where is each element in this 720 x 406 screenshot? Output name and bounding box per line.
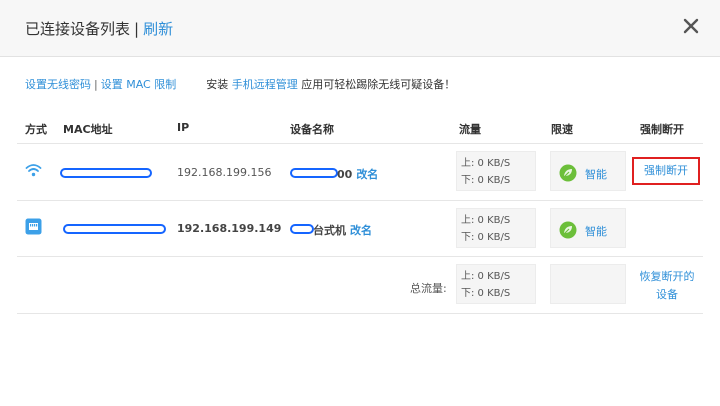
- traffic-box: 上: 0 KB/S 下: 0 KB/S: [456, 208, 536, 248]
- mac-redaction: [60, 168, 152, 178]
- set-wifi-password-link[interactable]: 设置无线密码: [25, 78, 91, 91]
- speed-limit-box[interactable]: 智能: [550, 208, 626, 248]
- dialog-header: 已连接设备列表 | 刷新: [0, 0, 720, 57]
- header-force-disconnect: 强制断开: [640, 123, 684, 136]
- remote-app-link[interactable]: 手机远程管理: [232, 78, 298, 91]
- set-mac-limit-link[interactable]: 设置 MAC 限制: [101, 78, 177, 91]
- header-mac: MAC地址: [63, 123, 113, 136]
- total-traffic-label: 总流量:: [410, 282, 447, 295]
- device-name: 台式机 改名: [313, 222, 372, 238]
- row-divider: [17, 256, 703, 257]
- device-ip: 192.168.199.156: [177, 166, 272, 179]
- speed-limit-label[interactable]: 智能: [585, 166, 607, 182]
- dialog-title: 已连接设备列表 | 刷新: [25, 18, 173, 39]
- close-icon[interactable]: [680, 15, 702, 37]
- name-redaction: [290, 224, 314, 234]
- rename-link[interactable]: 改名: [350, 224, 372, 237]
- total-limit-box: [550, 264, 626, 304]
- install-suffix: 应用可轻松踢除无线可疑设备！: [301, 78, 456, 91]
- wifi-icon: [25, 164, 42, 177]
- install-prefix: 安装: [206, 78, 229, 91]
- speed-limit-box[interactable]: 智能: [550, 151, 626, 191]
- upload-speed: 上: 0 KB/S: [461, 158, 511, 169]
- header-method: 方式: [25, 123, 47, 136]
- force-disconnect-button[interactable]: 强制断开: [632, 157, 700, 185]
- restore-disconnected-link[interactable]: 恢复断开的设备: [636, 268, 698, 304]
- device-name-suffix: 00: [337, 168, 353, 181]
- device-ip: 192.168.199.149: [177, 222, 282, 235]
- total-traffic-box: 上: 0 KB/S 下: 0 KB/S: [456, 264, 536, 304]
- traffic-box: 上: 0 KB/S 下: 0 KB/S: [456, 151, 536, 191]
- total-upload-speed: 上: 0 KB/S: [461, 271, 511, 282]
- device-name: 00 改名: [337, 166, 378, 182]
- rename-link[interactable]: 改名: [356, 168, 378, 181]
- upload-speed: 上: 0 KB/S: [461, 215, 511, 226]
- header-divider: [17, 143, 703, 144]
- header-ip: IP: [177, 121, 190, 134]
- header-speed-limit: 限速: [551, 123, 573, 136]
- ethernet-icon: [25, 218, 42, 235]
- row-divider: [17, 200, 703, 201]
- total-download-speed: 下: 0 KB/S: [461, 288, 511, 299]
- speed-limit-label[interactable]: 智能: [585, 223, 607, 239]
- leaf-icon: [559, 164, 577, 182]
- download-speed: 下: 0 KB/S: [461, 232, 511, 243]
- title-text: 已连接设备列表: [25, 20, 131, 38]
- links-separator: |: [94, 78, 98, 91]
- settings-links: 设置无线密码 | 设置 MAC 限制 安装 手机远程管理 应用可轻松踢除无线可疑设备！: [25, 76, 455, 92]
- device-name-suffix: 台式机: [313, 224, 346, 237]
- leaf-icon: [559, 221, 577, 239]
- header-device-name: 设备名称: [290, 123, 334, 136]
- refresh-link[interactable]: 刷新: [143, 20, 173, 38]
- name-redaction: [290, 168, 338, 178]
- title-separator: |: [134, 20, 140, 38]
- mac-redaction: [63, 224, 166, 234]
- download-speed: 下: 0 KB/S: [461, 175, 511, 186]
- table-bottom-divider: [17, 313, 703, 314]
- header-traffic: 流量: [459, 123, 481, 136]
